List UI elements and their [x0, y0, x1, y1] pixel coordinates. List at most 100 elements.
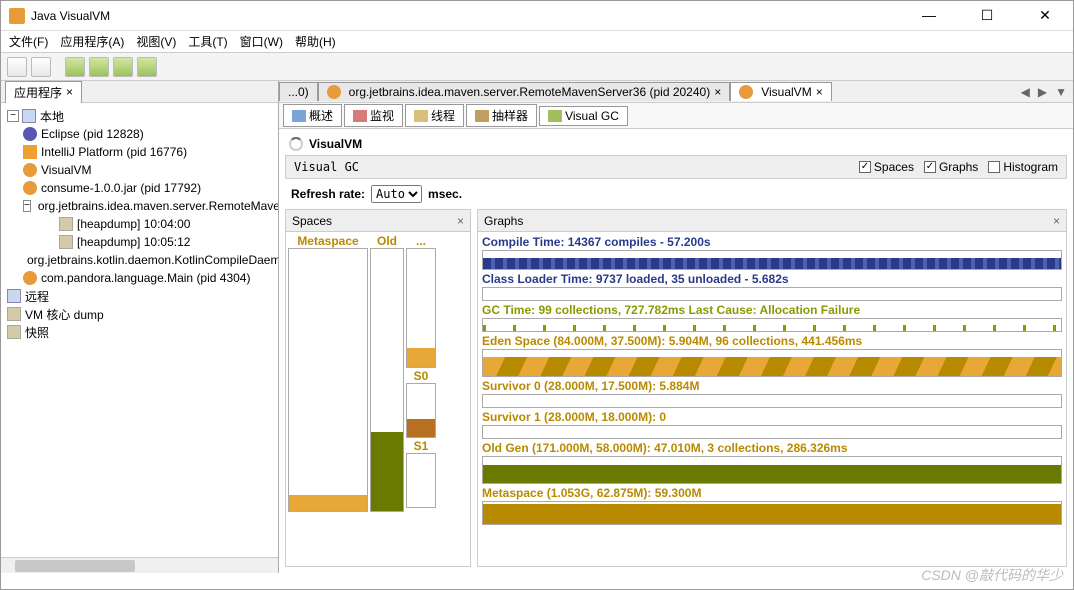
intellij-icon [23, 145, 37, 159]
eden-chart [482, 349, 1062, 377]
visualgc-icon [548, 110, 562, 122]
tab-prev-icon[interactable]: ◀ [1021, 85, 1030, 99]
snapshot-icon [7, 325, 21, 339]
checkbox-histogram[interactable]: Histogram [988, 160, 1058, 174]
close-icon[interactable]: × [66, 85, 73, 99]
java-icon [23, 181, 37, 195]
old-bar [370, 248, 404, 512]
toolbar [1, 53, 1073, 81]
checkbox-spaces[interactable]: ✓Spaces [859, 160, 914, 174]
s0-graph-label: Survivor 0 (28.000M, 17.500M): 5.884M [482, 378, 1062, 394]
minimize-button[interactable]: — [909, 7, 949, 24]
page-headline: VisualVM [279, 129, 1073, 155]
eden-bar [406, 248, 436, 368]
heapdump-icon [59, 235, 73, 249]
close-button[interactable]: ✕ [1025, 7, 1065, 24]
visualgc-label: Visual GC [294, 160, 359, 174]
heapdump-icon [59, 217, 73, 231]
classloader-chart [482, 287, 1062, 301]
s1-label: S1 [414, 439, 429, 453]
tab-1[interactable]: ...0) [279, 82, 318, 101]
metaspace-bar [288, 248, 368, 512]
tree-node-heapdump2[interactable]: [heapdump] 10:05:12 [5, 233, 274, 251]
spinner-icon [289, 137, 303, 151]
toolbar-button-3[interactable] [65, 57, 85, 77]
scrollbar-thumb[interactable] [15, 560, 135, 572]
tab-visualvm[interactable]: VisualVM× [730, 82, 831, 101]
menu-file[interactable]: 文件(F) [9, 33, 48, 50]
tree-node-coredump[interactable]: VM 核心 dump [5, 305, 274, 323]
tab-next-icon[interactable]: ▶ [1038, 85, 1047, 99]
toolbar-button-1[interactable] [7, 57, 27, 77]
toolbar-button-6[interactable] [137, 57, 157, 77]
visualvm-icon [23, 163, 37, 177]
collapse-icon[interactable]: − [23, 200, 31, 212]
tree-node-consume[interactable]: consume-1.0.0.jar (pid 17792) [5, 179, 274, 197]
tree-node-snapshot[interactable]: 快照 [5, 323, 274, 341]
subtab-visualgc[interactable]: Visual GC [539, 106, 628, 126]
oldgen-label: Old Gen (171.000M, 58.000M): 47.010M, 3 … [482, 440, 1062, 456]
tab-list-icon[interactable]: ▼ [1055, 85, 1067, 99]
eclipse-icon [23, 127, 37, 141]
tree-node-pandora[interactable]: com.pandora.language.Main (pid 4304) [5, 269, 274, 287]
subtab-sampler[interactable]: 抽样器 [466, 104, 537, 127]
sidebar-tabs: 应用程序 × [1, 81, 278, 103]
eden-label: Eden Space (84.000M, 37.500M): 5.904M, 9… [482, 333, 1062, 349]
remote-icon [7, 289, 21, 303]
menu-bar: 文件(F) 应用程序(A) 视图(V) 工具(T) 窗口(W) 帮助(H) [1, 31, 1073, 53]
tree-node-eclipse[interactable]: Eclipse (pid 12828) [5, 125, 274, 143]
close-icon[interactable]: × [816, 85, 823, 99]
tree-node-kotlin[interactable]: org.jetbrains.kotlin.daemon.KotlinCompil… [5, 251, 274, 269]
compile-label: Compile Time: 14367 compiles - 57.200s [482, 234, 1062, 250]
subtab-monitor[interactable]: 监视 [344, 104, 403, 127]
subtab-overview[interactable]: 概述 [283, 104, 342, 127]
tree-node-local[interactable]: −本地 [5, 107, 274, 125]
tree-node-visualvm[interactable]: VisualVM [5, 161, 274, 179]
toolbar-button-2[interactable] [31, 57, 51, 77]
tree-node-maven[interactable]: −org.jetbrains.idea.maven.server.RemoteM… [5, 197, 274, 215]
refresh-unit: msec. [428, 187, 462, 201]
sidebar-tab-label: 应用程序 [14, 84, 62, 101]
content-area: ...0) org.jetbrains.idea.maven.server.Re… [279, 81, 1073, 573]
close-icon[interactable]: × [1053, 214, 1060, 228]
monitor-icon [353, 110, 367, 122]
tree-node-heapdump1[interactable]: [heapdump] 10:04:00 [5, 215, 274, 233]
tab-maven[interactable]: org.jetbrains.idea.maven.server.RemoteMa… [318, 82, 731, 101]
tree-node-remote[interactable]: 远程 [5, 287, 274, 305]
toolbar-button-4[interactable] [89, 57, 109, 77]
collapse-icon[interactable]: − [7, 110, 19, 122]
java-icon [23, 271, 37, 285]
title-bar: Java VisualVM — ☐ ✕ [1, 1, 1073, 31]
coredump-icon [7, 307, 21, 321]
spaces-title: Spaces [292, 214, 332, 228]
subtab-threads[interactable]: 线程 [405, 104, 464, 127]
gc-chart [482, 318, 1062, 332]
s0-bar [406, 383, 436, 438]
app-tree[interactable]: −本地 Eclipse (pid 12828) IntelliJ Platfor… [1, 103, 278, 557]
toolbar-button-5[interactable] [113, 57, 133, 77]
compile-chart [482, 250, 1062, 270]
close-icon[interactable]: × [457, 214, 464, 228]
sidebar: 应用程序 × −本地 Eclipse (pid 12828) IntelliJ … [1, 81, 279, 573]
graphs-title: Graphs [484, 214, 523, 228]
scrollbar-horizontal[interactable] [1, 557, 278, 573]
gc-label: GC Time: 99 collections, 727.782ms Last … [482, 302, 1062, 318]
meta-chart [482, 501, 1062, 525]
metaspace-label: Metaspace [297, 234, 358, 248]
checkbox-graphs[interactable]: ✓Graphs [924, 160, 978, 174]
window-controls: — ☐ ✕ [909, 7, 1065, 24]
s1-chart [482, 425, 1062, 439]
menu-apps[interactable]: 应用程序(A) [60, 33, 124, 50]
menu-view[interactable]: 视图(V) [136, 33, 176, 50]
refresh-label: Refresh rate: [291, 187, 365, 201]
menu-tools[interactable]: 工具(T) [188, 33, 227, 50]
sidebar-tab-apps[interactable]: 应用程序 × [5, 81, 82, 103]
oldgen-chart [482, 456, 1062, 484]
refresh-select[interactable]: Auto [371, 185, 422, 203]
maximize-button[interactable]: ☐ [967, 7, 1007, 24]
menu-help[interactable]: 帮助(H) [295, 33, 336, 50]
close-icon[interactable]: × [714, 85, 721, 99]
tree-node-intellij[interactable]: IntelliJ Platform (pid 16776) [5, 143, 274, 161]
visualgc-bar: Visual GC ✓Spaces ✓Graphs Histogram [285, 155, 1067, 179]
menu-window[interactable]: 窗口(W) [240, 33, 283, 50]
